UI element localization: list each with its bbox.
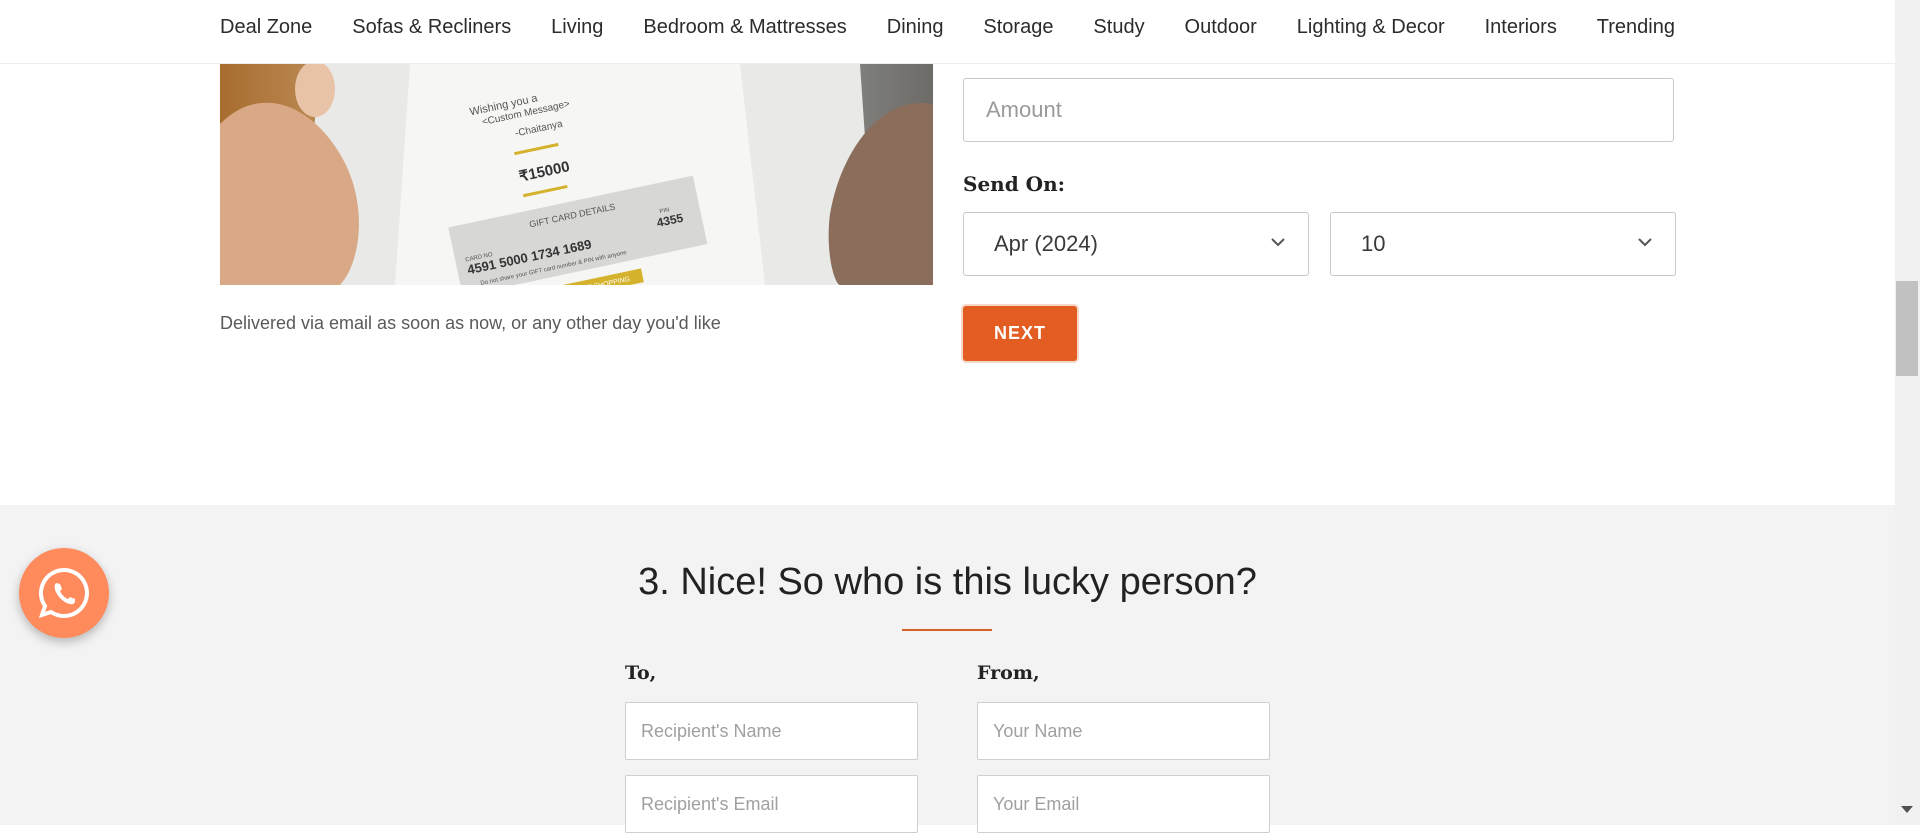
amount-input[interactable] <box>963 78 1674 142</box>
from-label: From, <box>977 662 1040 684</box>
scroll-down-arrow-icon[interactable] <box>1901 806 1913 813</box>
title-underline <box>902 629 992 631</box>
delivery-note: Delivered via email as soon as now, or a… <box>220 313 721 333</box>
recipient-name-input[interactable] <box>625 702 918 760</box>
nav-item-deal-zone[interactable]: Deal Zone <box>220 16 312 39</box>
recipient-email-input[interactable] <box>625 775 918 833</box>
scrollbar-track[interactable] <box>1895 0 1920 825</box>
recipient-section <box>0 505 1895 825</box>
nav-item-interiors[interactable]: Interiors <box>1485 16 1557 39</box>
send-month-value: Apr (2024) <box>994 231 1098 256</box>
nav-item-outdoor[interactable]: Outdoor <box>1185 16 1257 39</box>
to-label: To, <box>625 662 657 684</box>
nav-item-sofas-recliners[interactable]: Sofas & Recliners <box>352 16 511 39</box>
nav-item-trending[interactable]: Trending <box>1597 16 1675 39</box>
send-day-value: 10 <box>1361 231 1386 256</box>
nav-menu: Deal Zone Sofas & Recliners Living Bedro… <box>220 16 1675 39</box>
send-day-select[interactable]: 10 <box>1330 212 1676 276</box>
nav-item-storage[interactable]: Storage <box>983 16 1053 39</box>
top-navigation: Deal Zone Sofas & Recliners Living Bedro… <box>0 0 1895 64</box>
your-email-input[interactable] <box>977 775 1270 833</box>
next-button[interactable]: NEXT <box>963 306 1077 361</box>
send-month-select[interactable]: Apr (2024) <box>963 212 1309 276</box>
section-title: 3. Nice! So who is this lucky person? <box>638 561 1257 603</box>
scrollbar-thumb[interactable] <box>1896 281 1918 376</box>
send-on-label: Send On: <box>963 172 1066 196</box>
nav-item-dining[interactable]: Dining <box>887 16 944 39</box>
nav-item-bedroom-mattresses[interactable]: Bedroom & Mattresses <box>643 16 846 39</box>
nav-item-lighting-decor[interactable]: Lighting & Decor <box>1297 16 1445 39</box>
whatsapp-icon <box>38 567 89 619</box>
nav-item-living[interactable]: Living <box>551 16 603 39</box>
nav-item-study[interactable]: Study <box>1093 16 1144 39</box>
chevron-down-icon <box>1271 238 1285 247</box>
gift-card-image: Wishing you a <Custom Message> -Chaitany… <box>220 64 933 285</box>
your-name-input[interactable] <box>977 702 1270 760</box>
chevron-down-icon <box>1638 238 1652 247</box>
whatsapp-button[interactable] <box>19 548 109 638</box>
